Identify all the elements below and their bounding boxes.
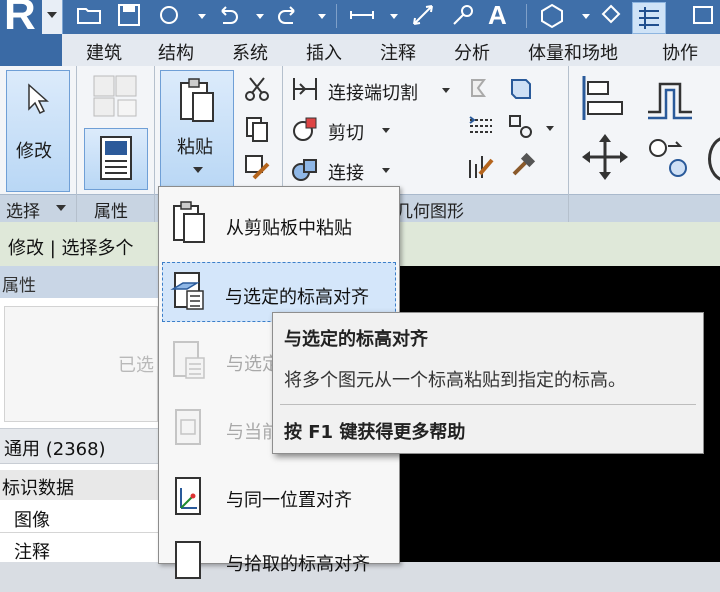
menu-item-label: 与选定的标高对齐 [225,287,369,308]
panel-separator [154,66,155,222]
menu-item-label: 与同一位置对齐 [226,490,352,511]
property-row-image[interactable]: 图像 [14,506,50,532]
toolbar-separator [336,4,337,28]
clipboard-paste-icon [180,78,214,122]
tooltip-divider [280,404,696,405]
chevron-down-icon[interactable] [382,128,390,133]
menu-item-label: 与拾取的标高对齐 [226,554,370,575]
tab-analyze[interactable]: 分析 [454,39,490,65]
measure-dropdown[interactable] [390,14,398,19]
tab-massing-site[interactable]: 体量和场地 [528,39,618,65]
cut-scissors-icon[interactable] [242,74,272,104]
panel-geometry-label: 几何图形 [396,202,464,222]
menu-item-align-picked-level[interactable]: 与拾取的标高对齐 [162,532,396,592]
join-label[interactable]: 连接 [328,159,364,185]
cut-join-label[interactable]: 连接端切割 [328,79,418,105]
beam-join-icon[interactable] [506,74,536,104]
property-group-identity-data: 标识数据 [2,478,74,499]
dimension-icon[interactable] [410,2,436,30]
align-same-place-icon [175,477,201,515]
undo-icon[interactable] [214,2,240,30]
menu-item-paste-from-clipboard[interactable]: 从剪贴板中粘贴 [162,192,396,252]
cut-label[interactable]: 剪切 [328,119,364,145]
type-selector-text: 已选 [118,355,154,376]
properties-button[interactable] [84,128,148,190]
panel-separator [76,66,77,222]
modify-label: 修改 [16,141,52,162]
menu-item-label: 从剪贴板中粘贴 [226,218,352,239]
type-properties-icon[interactable] [90,72,142,120]
3d-view-icon[interactable] [538,2,564,30]
menu-item-align-same-place[interactable]: 与同一位置对齐 [162,466,396,526]
match-type-brush-icon[interactable] [242,152,272,182]
paste-label: 粘贴 [177,137,213,158]
app-logo: R [4,0,36,39]
row-divider [0,532,160,533]
save-icon[interactable] [116,2,142,30]
paint-icon[interactable] [466,152,496,182]
chevron-down-icon[interactable] [546,126,554,131]
paste-button[interactable]: 粘贴 [160,70,234,190]
redo-icon[interactable] [276,2,302,30]
text-icon[interactable]: A [488,0,507,31]
tab-systems[interactable]: 系统 [232,39,268,65]
tab-collaborate[interactable]: 协作 [662,39,698,65]
cut-join-icon[interactable] [290,74,320,104]
options-bar-context-text: 修改 | 选择多个 [8,238,134,259]
copy-icon[interactable] [242,114,272,144]
open-folder-icon[interactable] [76,2,102,30]
linework-icon[interactable] [506,112,536,142]
section-icon[interactable] [598,2,624,30]
tooltip-description: 将多个图元从一个标高粘贴到指定的标高。 [284,370,626,391]
property-row-comments[interactable]: 注释 [14,538,50,564]
demolish-hammer-icon[interactable] [506,152,536,182]
close-hidden-icon[interactable] [690,2,716,30]
redo-dropdown[interactable] [318,14,326,19]
split-face-icon[interactable] [466,112,496,142]
tooltip-help-hint: 按 F1 键获得更多帮助 [284,422,466,443]
align-icon[interactable] [578,72,630,124]
copy-element-icon[interactable] [644,132,696,184]
tooltip-title: 与选定的标高对齐 [284,329,428,350]
offset-icon[interactable] [644,72,696,124]
properties-icon [100,136,132,180]
align-selected-levels-icon [170,272,204,310]
chevron-down-icon[interactable] [382,168,390,173]
panel-separator [568,66,569,222]
tag-icon[interactable] [450,2,476,30]
chevron-down-icon[interactable] [442,88,450,93]
chevron-down-icon [193,167,203,173]
tab-annotate[interactable]: 注释 [380,39,416,65]
toolbar-separator [526,4,527,28]
panel-properties-label: 属性 [94,202,128,222]
chevron-down-icon[interactable] [56,205,66,211]
sync-dropdown[interactable] [198,14,206,19]
align-selected-views-icon [173,341,205,379]
3d-view-dropdown[interactable] [582,14,590,19]
chevron-down-icon [47,12,57,18]
clipboard-icon [173,201,205,243]
cut-geometry-icon[interactable] [290,114,320,144]
join-geometry-icon[interactable] [290,154,320,184]
filter-selected-value: 通用 (2368) [4,439,106,460]
tab-insert[interactable]: 插入 [306,39,342,65]
tab-structure[interactable]: 结构 [158,39,194,65]
panel-select-label[interactable]: 选择 [6,197,40,222]
wall-joins-icon[interactable] [466,74,496,104]
undo-dropdown[interactable] [256,14,264,19]
move-arrows-icon[interactable] [580,132,630,182]
properties-title: 属性 [2,276,36,296]
thin-lines-icon[interactable] [632,2,666,34]
sync-icon[interactable] [156,2,182,30]
measure-icon[interactable] [348,2,374,30]
align-current-view-icon [175,409,201,445]
tab-architecture[interactable]: 建筑 [86,39,122,65]
application-menu-button[interactable]: R [0,0,63,66]
modify-button[interactable]: 修改 [6,70,70,192]
align-picked-level-icon [175,541,201,579]
app-menu-dropdown[interactable] [42,0,62,34]
cursor-arrow-icon [28,83,49,115]
